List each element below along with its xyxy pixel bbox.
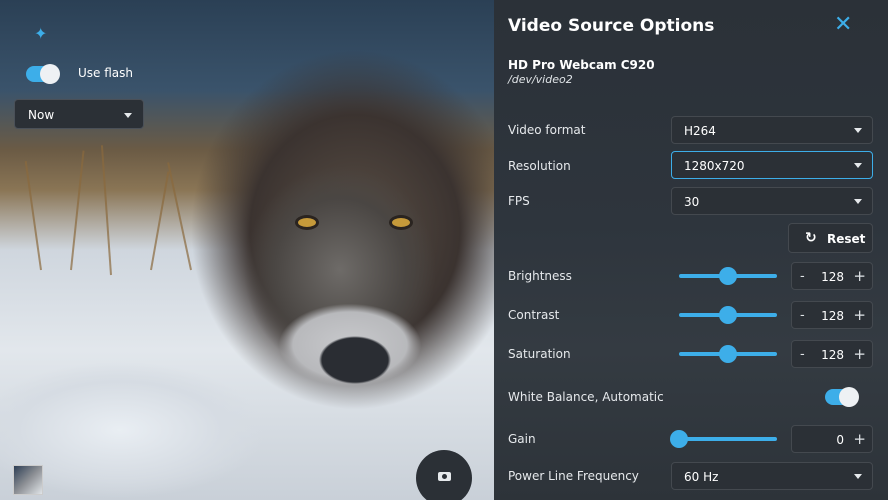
gain-spinbox[interactable]: 0 +: [791, 425, 873, 453]
chevron-down-icon: [854, 474, 862, 479]
chevron-down-icon: [854, 163, 862, 168]
slider-handle[interactable]: [719, 306, 737, 324]
toggle-knob: [839, 387, 859, 407]
brightness-value: 128: [821, 270, 844, 284]
grass-decoration: [167, 162, 192, 271]
magic-wand-icon[interactable]: ✦: [34, 24, 47, 43]
wolf-eye: [392, 218, 410, 227]
gain-value: 0: [836, 433, 844, 447]
saturation-value: 128: [821, 348, 844, 362]
timer-select-value: Now: [28, 108, 55, 122]
resolution-select[interactable]: 1280x720: [671, 151, 873, 179]
saturation-slider[interactable]: [679, 345, 777, 363]
saturation-label: Saturation: [508, 347, 571, 361]
video-format-value: H264: [684, 124, 716, 138]
slider-handle[interactable]: [670, 430, 688, 448]
gain-label: Gain: [508, 432, 536, 446]
panel-title: Video Source Options: [508, 16, 715, 36]
chevron-down-icon: [854, 199, 862, 204]
decrement-button[interactable]: -: [800, 347, 805, 362]
chevron-down-icon: [854, 128, 862, 133]
grass-decoration: [70, 150, 85, 271]
device-path: /dev/video2: [508, 73, 573, 86]
reset-icon: ↻: [805, 230, 817, 246]
video-format-label: Video format: [508, 123, 586, 137]
camera-icon: [438, 472, 451, 481]
contrast-slider[interactable]: [679, 306, 777, 324]
device-name: HD Pro Webcam C920: [508, 58, 655, 72]
timer-select[interactable]: Now: [14, 99, 144, 129]
use-flash-label: Use flash: [78, 66, 134, 80]
grass-decoration: [100, 145, 112, 276]
reset-button[interactable]: ↻ Reset: [788, 223, 873, 253]
video-format-select[interactable]: H264: [671, 116, 873, 144]
take-photo-button[interactable]: [416, 450, 472, 500]
decrement-button[interactable]: -: [800, 269, 805, 284]
increment-button[interactable]: +: [853, 345, 866, 363]
brightness-slider[interactable]: [679, 267, 777, 285]
power-line-frequency-value: 60 Hz: [684, 470, 719, 484]
saturation-spinbox[interactable]: - 128 +: [791, 340, 873, 368]
white-balance-toggle[interactable]: [825, 387, 859, 407]
video-source-options-panel: Video Source Options ✕ HD Pro Webcam C92…: [494, 0, 888, 500]
resolution-value: 1280x720: [684, 159, 745, 173]
reset-button-label: Reset: [827, 232, 866, 246]
grass-decoration: [24, 160, 42, 271]
contrast-label: Contrast: [508, 308, 560, 322]
power-line-frequency-select[interactable]: 60 Hz: [671, 462, 873, 490]
contrast-spinbox[interactable]: - 128 +: [791, 301, 873, 329]
grass-decoration: [150, 171, 170, 271]
decrement-button[interactable]: -: [800, 308, 805, 323]
gain-slider[interactable]: [670, 430, 777, 448]
fps-label: FPS: [508, 194, 530, 208]
slider-handle[interactable]: [719, 345, 737, 363]
chevron-down-icon: [124, 113, 132, 118]
contrast-value: 128: [821, 309, 844, 323]
resolution-label: Resolution: [508, 159, 571, 173]
white-balance-label: White Balance, Automatic: [508, 390, 664, 404]
fps-select[interactable]: 30: [671, 187, 873, 215]
wolf-eye: [298, 218, 316, 227]
brightness-spinbox[interactable]: - 128 +: [791, 262, 873, 290]
last-photo-thumbnail[interactable]: [13, 465, 43, 495]
fps-value: 30: [684, 195, 700, 209]
increment-button[interactable]: +: [853, 306, 866, 324]
power-line-frequency-label: Power Line Frequency: [508, 469, 639, 483]
brightness-label: Brightness: [508, 269, 572, 283]
use-flash-toggle[interactable]: [26, 64, 60, 84]
camera-viewport: ✦ Use flash Now: [0, 0, 494, 500]
increment-button[interactable]: +: [853, 430, 866, 448]
increment-button[interactable]: +: [853, 267, 866, 285]
slider-handle[interactable]: [719, 267, 737, 285]
close-icon[interactable]: ✕: [834, 14, 852, 36]
toggle-knob: [40, 64, 60, 84]
